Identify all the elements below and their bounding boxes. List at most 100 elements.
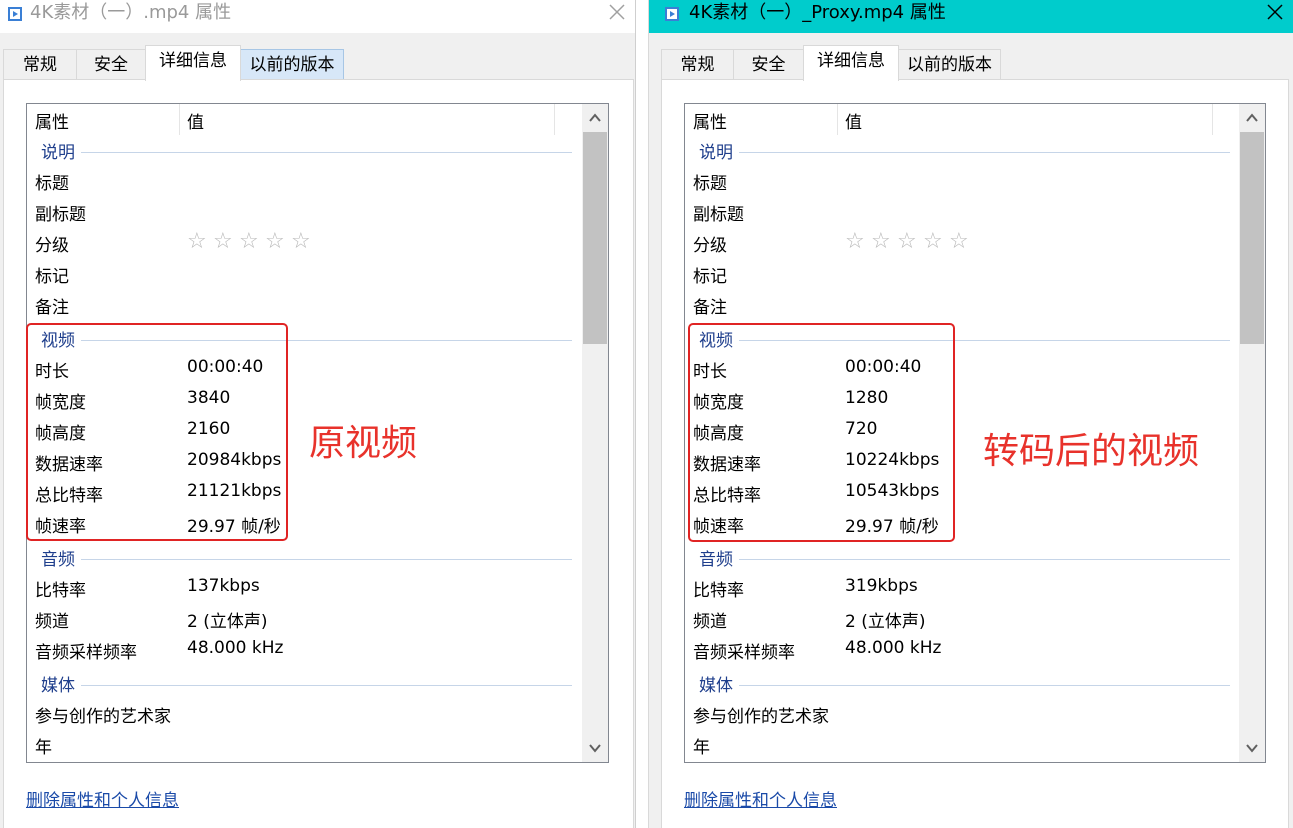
section-label: 媒体	[41, 671, 81, 696]
list-item[interactable]: 分级 ☆ ☆ ☆ ☆ ☆	[27, 228, 580, 259]
list-item[interactable]: 音频采样频率 48.000 kHz	[685, 635, 1238, 666]
list-item[interactable]: 副标题	[27, 197, 580, 228]
tab-security[interactable]: 安全	[76, 49, 146, 80]
property-name: 参与创作的艺术家	[35, 707, 171, 727]
property-name: 标题	[693, 174, 727, 194]
column-header-value[interactable]: 值	[187, 108, 204, 133]
section-media[interactable]: 媒体	[685, 668, 1238, 699]
list-item[interactable]: 分级 ☆ ☆ ☆ ☆ ☆	[685, 228, 1238, 259]
list-item[interactable]: 比特率 137kbps	[27, 573, 580, 604]
tab-general[interactable]: 常规	[661, 49, 734, 80]
column-divider[interactable]	[1212, 104, 1213, 135]
scrollbar-thumb[interactable]	[583, 132, 607, 344]
star-outline-icon[interactable]: ☆	[213, 229, 239, 254]
star-outline-icon[interactable]: ☆	[239, 229, 265, 254]
list-item[interactable]: 标记	[685, 259, 1238, 290]
column-divider[interactable]	[554, 104, 555, 135]
section-label: 说明	[699, 138, 739, 163]
star-outline-icon[interactable]: ☆	[845, 229, 871, 254]
property-value: 48.000 kHz	[845, 638, 942, 658]
close-icon[interactable]	[1265, 2, 1285, 22]
tab-strip: 常规 安全 详细信息 以前的版本	[649, 33, 1293, 81]
tab-general[interactable]: 常规	[3, 49, 77, 80]
title-bar[interactable]: 4K素材（一）.mp4 属性	[0, 0, 635, 33]
star-outline-icon[interactable]: ☆	[949, 229, 975, 254]
tab-previous-versions[interactable]: 以前的版本	[240, 49, 344, 80]
section-label: 音频	[41, 545, 81, 570]
tab-strip: 常规 安全 详细信息 以前的版本	[0, 33, 635, 81]
list-item[interactable]: 备注	[685, 290, 1238, 321]
chevron-up-icon[interactable]	[582, 104, 608, 132]
remove-properties-link[interactable]: 删除属性和个人信息	[26, 786, 179, 811]
section-description[interactable]: 说明	[27, 135, 580, 166]
property-name: 标记	[35, 267, 69, 287]
tab-previous-versions[interactable]: 以前的版本	[898, 49, 1001, 80]
column-header-value[interactable]: 值	[845, 108, 862, 133]
section-label: 媒体	[699, 671, 739, 696]
property-value: 2 (立体声)	[845, 612, 926, 632]
window-title: 4K素材（一）_Proxy.mp4 属性	[689, 2, 946, 23]
list-item[interactable]: 标记	[27, 259, 580, 290]
star-outline-icon[interactable]: ☆	[871, 229, 897, 254]
chevron-down-icon[interactable]	[1239, 734, 1265, 762]
property-name: 分级	[693, 236, 727, 256]
property-value: 137kbps	[187, 576, 260, 596]
chevron-up-icon[interactable]	[1239, 104, 1265, 132]
list-item[interactable]: 参与创作的艺术家	[27, 699, 580, 730]
star-outline-icon[interactable]: ☆	[923, 229, 949, 254]
property-name: 比特率	[35, 581, 86, 601]
tab-security[interactable]: 安全	[733, 49, 804, 80]
property-value: 2 (立体声)	[187, 612, 268, 632]
list-item[interactable]: 频道 2 (立体声)	[685, 604, 1238, 635]
section-audio[interactable]: 音频	[27, 542, 580, 573]
list-item[interactable]: 比特率 319kbps	[685, 573, 1238, 604]
star-outline-icon[interactable]: ☆	[897, 229, 923, 254]
star-outline-icon[interactable]: ☆	[265, 229, 291, 254]
column-divider[interactable]	[179, 104, 180, 135]
rating-stars[interactable]: ☆ ☆ ☆ ☆ ☆	[187, 229, 317, 254]
section-audio[interactable]: 音频	[685, 542, 1238, 573]
list-item[interactable]: 年	[27, 730, 580, 761]
property-name: 备注	[35, 298, 69, 318]
desktop-gap	[636, 0, 648, 828]
vertical-scrollbar[interactable]	[582, 104, 608, 762]
section-divider	[41, 152, 572, 153]
chevron-down-icon[interactable]	[582, 734, 608, 762]
property-name: 年	[35, 738, 52, 758]
property-name: 年	[693, 738, 710, 758]
list-item[interactable]: 音频采样频率 48.000 kHz	[27, 635, 580, 666]
list-item[interactable]: 年	[685, 730, 1238, 761]
tab-details[interactable]: 详细信息	[803, 45, 899, 81]
list-item[interactable]: 参与创作的艺术家	[685, 699, 1238, 730]
list-item[interactable]: 标题	[27, 166, 580, 197]
property-name: 参与创作的艺术家	[693, 707, 829, 727]
video-file-icon	[8, 7, 22, 21]
rating-stars[interactable]: ☆ ☆ ☆ ☆ ☆	[845, 229, 975, 254]
column-header-property[interactable]: 属性	[693, 108, 727, 133]
list-item[interactable]: 频道 2 (立体声)	[27, 604, 580, 635]
star-outline-icon[interactable]: ☆	[291, 229, 317, 254]
property-name: 标记	[693, 267, 727, 287]
property-name: 频道	[693, 612, 727, 632]
scrollbar-thumb[interactable]	[1240, 132, 1264, 344]
close-icon[interactable]	[607, 2, 627, 22]
column-header-property[interactable]: 属性	[35, 108, 69, 133]
column-divider[interactable]	[837, 104, 838, 135]
list-item[interactable]: 副标题	[685, 197, 1238, 228]
section-media[interactable]: 媒体	[27, 668, 580, 699]
section-divider	[699, 152, 1230, 153]
list-item[interactable]: 标题	[685, 166, 1238, 197]
remove-properties-link[interactable]: 删除属性和个人信息	[684, 786, 837, 811]
tab-details[interactable]: 详细信息	[145, 45, 241, 81]
star-outline-icon[interactable]: ☆	[187, 229, 213, 254]
list-header: 属性 值	[27, 104, 583, 135]
properties-window-original: 4K素材（一）.mp4 属性 常规 安全 详细信息 以前的版本 属性 值 说明 …	[0, 0, 636, 828]
property-name: 分级	[35, 236, 69, 256]
vertical-scrollbar[interactable]	[1239, 104, 1265, 762]
property-name: 音频采样频率	[693, 643, 795, 663]
video-file-icon	[665, 7, 679, 21]
list-item[interactable]: 备注	[27, 290, 580, 321]
title-bar[interactable]: 4K素材（一）_Proxy.mp4 属性	[649, 0, 1293, 33]
list-header: 属性 值	[685, 104, 1241, 135]
section-description[interactable]: 说明	[685, 135, 1238, 166]
